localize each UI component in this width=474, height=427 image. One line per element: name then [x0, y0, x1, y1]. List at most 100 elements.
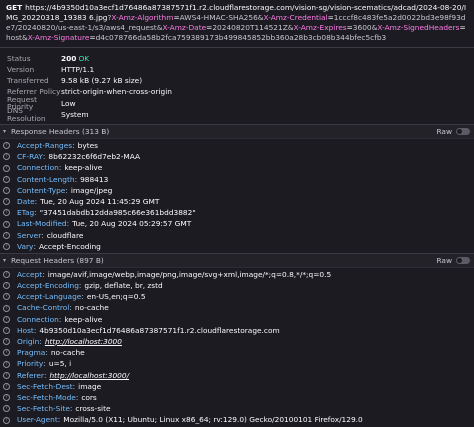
header-row[interactable]: ? Origin: http://localhost:3000: [0, 336, 474, 347]
header-row[interactable]: ? Accept: image/avif,image/webp,image/png,…: [0, 269, 474, 280]
header-name: User-Agent: [17, 415, 58, 425]
header-value: keep-alive: [64, 314, 103, 324]
help-icon[interactable]: ?: [3, 360, 10, 368]
help-icon[interactable]: ?: [3, 327, 10, 335]
help-icon[interactable]: ?: [3, 293, 10, 301]
header-row[interactable]: ? Host:4b9350d10a3ecf1d76486a87387571f1.r…: [0, 325, 474, 336]
header-row[interactable]: ? Pragma: no-cache: [0, 347, 474, 358]
header-colon: :: [45, 348, 48, 358]
header-colon: :: [57, 415, 61, 425]
header-value: Mozilla/5.0 (X11; Ubuntu; Linux x86_64; …: [63, 415, 363, 425]
help-icon[interactable]: ?: [3, 209, 10, 217]
header-row[interactable]: ? Accept-Ranges: bytes: [0, 140, 474, 151]
header-name: Accept-Ranges: [17, 141, 73, 151]
header-colon: :: [72, 381, 76, 391]
header-colon: :: [39, 337, 42, 347]
header-name: Server: [17, 230, 42, 240]
help-icon[interactable]: ?: [3, 405, 10, 413]
transferred-value: 9.58 kB (9.27 kB size): [61, 76, 143, 86]
version-row: Version HTTP/1.1: [7, 64, 474, 75]
dns-resolution-value: System: [61, 109, 89, 119]
help-icon[interactable]: ?: [3, 304, 10, 312]
header-row[interactable]: ? User-Agent: Mozilla/5.0 (X11; Ubuntu; Li…: [0, 414, 474, 425]
header-value: image/jpeg: [70, 185, 113, 195]
header-name: Pragma: [17, 348, 46, 358]
help-icon[interactable]: ?: [3, 198, 10, 206]
header-name: Content-Type: [17, 185, 66, 195]
header-colon: :: [69, 404, 73, 414]
header-colon: :: [43, 370, 47, 380]
help-icon[interactable]: ?: [3, 394, 10, 402]
help-icon[interactable]: ?: [3, 416, 10, 424]
header-row[interactable]: ? Server: cloudflare: [0, 230, 474, 241]
header-value: 988413: [80, 174, 109, 184]
status-code: 200: [61, 53, 77, 63]
help-icon[interactable]: ?: [3, 371, 10, 379]
header-row[interactable]: ? Accept-Language: en-US,en;q=0.5: [0, 291, 474, 302]
header-value[interactable]: http://localhost:3000: [45, 338, 122, 346]
header-row[interactable]: ? Cache-Control: no-cache: [0, 303, 474, 314]
header-name: ETag: [17, 208, 35, 218]
header-colon: :: [41, 230, 44, 240]
help-icon[interactable]: ?: [3, 382, 10, 390]
version-label: Version: [7, 65, 35, 75]
raw-toggle[interactable]: [456, 257, 470, 264]
header-value: Tue, 20 Aug 2024 11:45:29 GMT: [40, 196, 160, 206]
header-value: image/avif,image/webp,image/png,image/sv…: [47, 269, 332, 279]
header-colon: :: [65, 185, 68, 195]
header-value: gzip, deflate, br, zstd: [84, 281, 163, 291]
header-colon: :: [34, 208, 37, 218]
header-row[interactable]: ? Vary: Accept-Encoding: [0, 241, 474, 252]
header-row[interactable]: ? Connection: keep-alive: [0, 314, 474, 325]
header-row[interactable]: ? Content-Type: image/jpeg: [0, 185, 474, 196]
help-icon[interactable]: ?: [3, 220, 10, 228]
header-name: CF-RAY: [17, 152, 43, 162]
header-row[interactable]: ? Referer: http://localhost:3000/: [0, 370, 474, 381]
header-value: no-cache: [50, 348, 85, 358]
header-row[interactable]: ? Sec-Fetch-Dest: image: [0, 381, 474, 392]
help-icon[interactable]: ?: [3, 282, 10, 290]
help-icon[interactable]: ?: [3, 315, 10, 323]
header-colon: :: [58, 314, 62, 324]
header-row[interactable]: ? Connection: keep-alive: [0, 163, 474, 174]
header-name: Connection: [17, 163, 59, 173]
help-icon[interactable]: ?: [3, 242, 10, 250]
raw-toggle[interactable]: [456, 128, 470, 136]
url-param-name: X-Amz-Credential: [263, 13, 328, 22]
help-icon[interactable]: ?: [3, 175, 10, 183]
status-label: Status: [7, 53, 31, 63]
header-row[interactable]: ? Priority: u=5, i: [0, 359, 474, 370]
header-row[interactable]: ? Last-Modified: Tue, 20 Aug 2024 05:29:57…: [0, 218, 474, 229]
help-icon[interactable]: ?: [3, 349, 10, 357]
header-name: Referer: [17, 370, 44, 380]
header-row[interactable]: ? ETag: "37451dabdb12dda985c66e361bdd3882": [0, 207, 474, 218]
response-headers-section-header[interactable]: ▾ Response Headers (313 B) Raw: [0, 124, 474, 140]
header-value: cors: [81, 392, 97, 402]
url-param-value: 3600: [352, 23, 372, 32]
help-icon[interactable]: ?: [3, 186, 10, 194]
help-icon[interactable]: ?: [3, 338, 10, 346]
header-colon: :: [75, 392, 79, 402]
help-icon[interactable]: ?: [3, 271, 10, 279]
header-value[interactable]: http://localhost:3000/: [49, 371, 129, 379]
help-icon[interactable]: ?: [3, 142, 10, 150]
chevron-down-icon: ▾: [3, 127, 7, 135]
help-icon[interactable]: ?: [3, 231, 10, 239]
header-row[interactable]: ? Date: Tue, 20 Aug 2024 11:45:29 GMT: [0, 196, 474, 207]
header-row[interactable]: ? Accept-Encoding: gzip, deflate, br, zstd: [0, 280, 474, 291]
request-url[interactable]: GET https://4b9350d10a3ecf1d76486a8738757…: [6, 3, 469, 43]
header-value: cloudflare: [46, 230, 84, 240]
header-name: Sec-Fetch-Dest: [17, 381, 73, 391]
header-colon: :: [33, 325, 37, 335]
help-icon[interactable]: ?: [3, 164, 10, 172]
help-icon[interactable]: ?: [3, 153, 10, 161]
header-row[interactable]: ? Content-Length:988413: [0, 174, 474, 185]
header-row[interactable]: ? Sec-Fetch-Mode: cors: [0, 392, 474, 403]
header-colon: :: [43, 359, 46, 369]
header-row[interactable]: ? CF-RAY:8b62232c6f6d7eb2-MAA: [0, 151, 474, 162]
transferred-label: Transferred: [7, 76, 49, 86]
url-param-name: X-Amz-Signature: [27, 33, 90, 42]
header-row[interactable]: ? Sec-Fetch-Site: cross-site: [0, 403, 474, 414]
request-summary: Status 200 OK Version HTTP/1.1 Transferre…: [0, 48, 474, 124]
request-headers-section-header[interactable]: ▾ Request Headers (897 B) Raw: [0, 253, 474, 268]
